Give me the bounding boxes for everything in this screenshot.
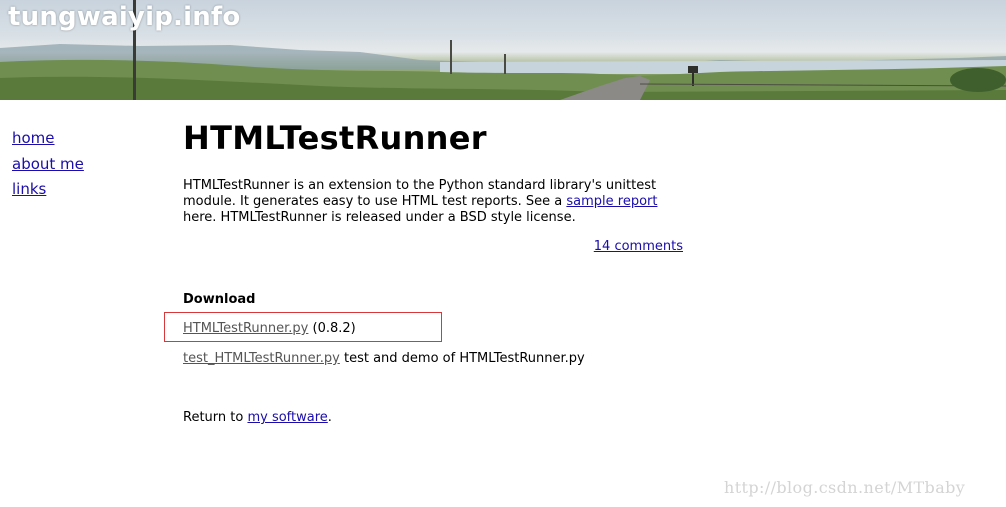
comments-row: 14 comments [183, 239, 683, 254]
nav-link-about-me[interactable]: about me [12, 152, 84, 178]
nav-link-home[interactable]: home [12, 126, 84, 152]
site-title: tungwaiyip.info [8, 2, 241, 32]
download-link-test-htmltestrunner[interactable]: test_HTMLTestRunner.py [183, 351, 340, 366]
return-suffix: . [327, 410, 332, 425]
intro-paragraph: HTMLTestRunner is an extension to the Py… [183, 178, 693, 226]
comments-link[interactable]: 14 comments [594, 239, 683, 254]
watermark: http://blog.csdn.net/MTbaby [724, 478, 966, 497]
download-item: test_HTMLTestRunner.py test and demo of … [183, 351, 585, 366]
intro-text-end: here. HTMLTestRunner is released under a… [183, 210, 576, 225]
sample-report-link[interactable]: sample report [566, 194, 657, 209]
download-heading: Download [183, 292, 256, 307]
highlight-annotation-box [164, 312, 442, 342]
my-software-link[interactable]: my software [247, 410, 327, 425]
side-nav: home about me links [12, 126, 84, 203]
return-prefix: Return to [183, 410, 248, 425]
file-description: test and demo of HTMLTestRunner.py [339, 351, 585, 366]
main-content: HTMLTestRunner HTMLTestRunner is an exte… [183, 118, 703, 425]
header-banner: tungwaiyip.info [0, 0, 1006, 100]
nav-link-links[interactable]: links [12, 177, 84, 203]
return-line: Return to my software. [183, 410, 332, 425]
page-title: HTMLTestRunner [183, 119, 487, 157]
